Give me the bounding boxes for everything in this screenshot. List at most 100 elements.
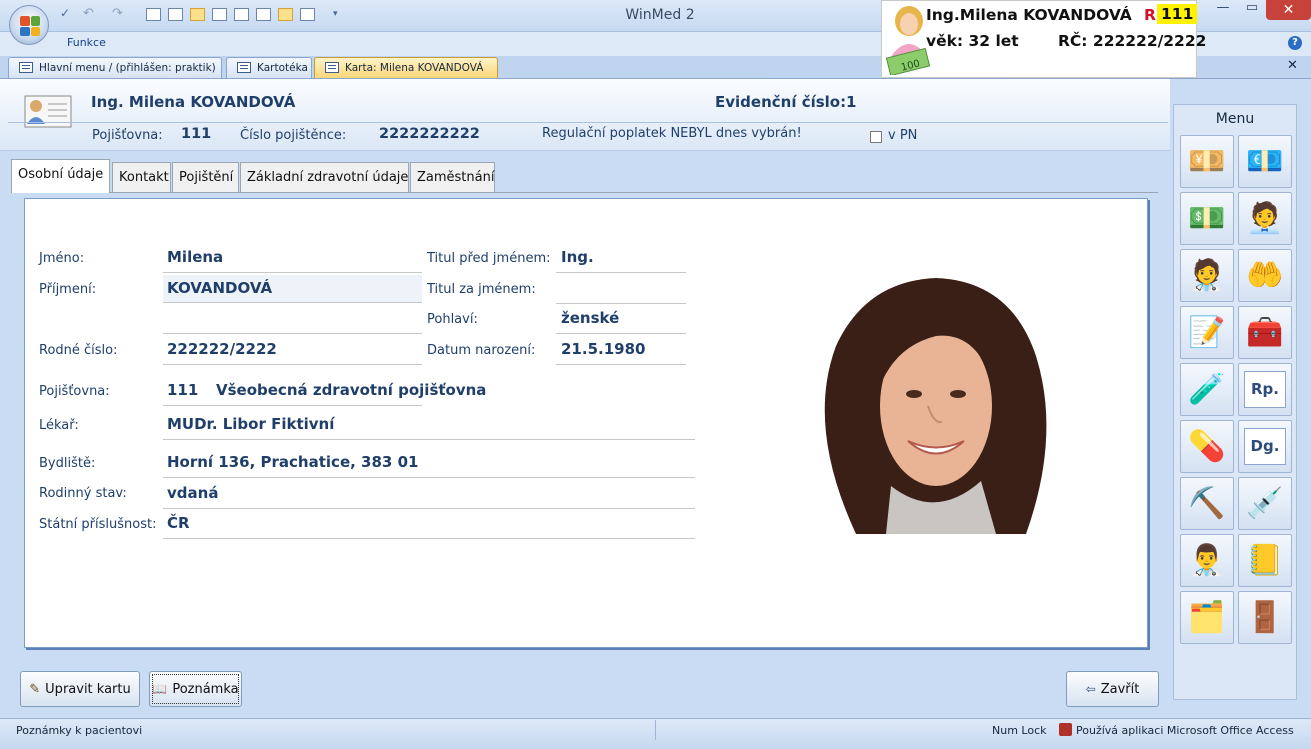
access-icon xyxy=(1059,723,1072,736)
office-logo-icon xyxy=(20,16,40,36)
ribbon-tab-funkce[interactable]: Funkce xyxy=(67,36,106,49)
pohlavi-value: ženské xyxy=(561,309,620,327)
toolbar-table-icon-2[interactable] xyxy=(300,8,315,21)
form-icon xyxy=(19,62,33,73)
test-tube-icon: 🧪 xyxy=(1188,371,1226,407)
doc-tab-label: Kartotéka xyxy=(257,62,308,74)
note-button[interactable]: 📖 Poznámka xyxy=(149,671,242,707)
edit-card-button[interactable]: ✎ Upravit kartu xyxy=(20,671,140,707)
save-icon[interactable]: ✓ xyxy=(60,6,75,20)
pojistovna-code: 111 xyxy=(167,381,199,399)
tab-kontakt[interactable]: Kontakt xyxy=(112,162,171,192)
menu-button-3[interactable]: 💵 xyxy=(1180,192,1234,245)
customize-toolbar-icon[interactable]: ▾ xyxy=(333,9,338,19)
lekar-label: Lékař: xyxy=(39,418,79,433)
toolbar-form-icon-1[interactable] xyxy=(190,8,205,21)
tab-pojisteni[interactable]: Pojištění xyxy=(172,162,239,192)
menu-button-13[interactable]: ⛏️ xyxy=(1180,477,1234,530)
tab-osobni-udaje[interactable]: Osobní údaje xyxy=(11,159,110,193)
office-button[interactable] xyxy=(9,5,49,45)
form-icon xyxy=(325,62,339,73)
close-button[interactable]: ⇦ Zavřít xyxy=(1066,671,1159,707)
coins-cash-icon: 💶 xyxy=(1246,143,1284,179)
coins-person-icon: 🧑‍💼 xyxy=(1246,200,1284,236)
bydliste-value: Horní 136, Prachatice, 383 01 xyxy=(167,453,419,471)
pohlavi-label: Pohlaví: xyxy=(427,312,478,327)
menu-button-16[interactable]: 📒 xyxy=(1238,534,1292,587)
close-tab-icon[interactable]: ✕ xyxy=(1287,58,1298,73)
coins-money-icon: 💴 xyxy=(1188,143,1226,179)
menu-button-1[interactable]: 💴 xyxy=(1180,135,1234,188)
window-title: WinMed 2 xyxy=(625,7,695,23)
statni-value: ČR xyxy=(167,514,190,532)
tab-strip-line xyxy=(11,192,1158,193)
tab-label: Pojištění xyxy=(179,170,234,185)
tab-zamestnani[interactable]: Zaměstnání xyxy=(410,162,495,192)
close-window-icon[interactable]: ✕ xyxy=(1266,0,1311,20)
form-icon xyxy=(237,62,251,73)
banner-r-label: R xyxy=(1144,6,1156,24)
toolbar-view-icon-1[interactable] xyxy=(146,8,161,21)
menu-button-5[interactable]: 🧑‍⚕️ xyxy=(1180,249,1234,302)
menu-button-11[interactable]: 💊 xyxy=(1180,420,1234,473)
status-text: Poznámky k pacientovi xyxy=(16,724,143,737)
statni-label: Státní příslušnost: xyxy=(39,517,157,532)
patient-full-name: Ing. Milena KOVANDOVÁ xyxy=(91,93,296,111)
patient-card-icon xyxy=(24,95,72,128)
menu-button-12[interactable]: Dg. xyxy=(1238,420,1292,473)
evid-value: 1 xyxy=(846,93,857,111)
access-text: Používá aplikaci Microsoft Office Access xyxy=(1076,724,1294,737)
menu-button-8[interactable]: 🧰 xyxy=(1238,306,1292,359)
patient-photo xyxy=(796,276,1072,534)
toolbar-form-icon-2[interactable] xyxy=(278,8,293,21)
menu-button-6[interactable]: 🤲 xyxy=(1238,249,1292,302)
doc-tab-label: Hlavní menu / (přihlášen: praktik) xyxy=(39,62,216,74)
menu-button-18[interactable]: 🚪 xyxy=(1238,591,1292,644)
menu-button-2[interactable]: 💶 xyxy=(1238,135,1292,188)
pn-checkbox[interactable] xyxy=(870,131,882,143)
datum-label: Datum narození: xyxy=(427,343,536,358)
tab-zakladni-zdravotni-udaje[interactable]: Základní zdravotní údaje xyxy=(240,162,409,192)
field-underline xyxy=(163,302,422,303)
field-underline xyxy=(163,508,695,509)
reg-fee-note: Regulační poplatek NEBYL dnes vybrán! xyxy=(542,126,802,141)
tab-label: Zaměstnání xyxy=(417,170,495,185)
banner-r-value: 111 xyxy=(1157,4,1198,24)
card-file-icon: 🗂️ xyxy=(1188,599,1226,635)
doc-tab-karta[interactable]: Karta: Milena KOVANDOVÁ xyxy=(314,57,498,78)
toolbar-table-icon[interactable] xyxy=(212,8,227,21)
doc-tab-kartoteka[interactable]: Kartotéka xyxy=(226,57,312,78)
menu-button-7[interactable]: 📝 xyxy=(1180,306,1234,359)
header-cislo-value: 2222222222 xyxy=(379,126,480,142)
doc-tab-label: Karta: Milena KOVANDOVÁ xyxy=(345,62,484,74)
pojistovna-name: Všeobecná zdravotní pojišťovna xyxy=(216,381,487,399)
numlock-indicator: Num Lock xyxy=(992,724,1047,737)
header-pojistovna-value: 111 xyxy=(181,126,212,142)
field-underline xyxy=(163,538,695,539)
help-icon[interactable]: ? xyxy=(1288,36,1302,50)
nurse-coins-icon: 🧑‍⚕️ xyxy=(1188,257,1226,293)
tab-label: Osobní údaje xyxy=(18,167,104,182)
edit-card-label: Upravit kartu xyxy=(45,681,131,697)
note-label: Poznámka xyxy=(172,681,239,697)
menu-button-14[interactable]: 💉 xyxy=(1238,477,1292,530)
redo-icon[interactable]: ↷ xyxy=(112,6,127,21)
side-menu: Menu 💴 💶 💵 🧑‍💼 🧑‍⚕️ 🤲 📝 🧰 🧪 Rp. 💊 Dg. ⛏️ 💉 👨‍⚕️ 📒 🗂️ 🚪 xyxy=(1173,104,1297,700)
menu-button-9[interactable]: 🧪 xyxy=(1180,363,1234,416)
titul-pred-label: Titul před jménem: xyxy=(427,251,551,266)
menu-button-10[interactable]: Rp. xyxy=(1238,363,1292,416)
maximize-icon[interactable]: ▭ xyxy=(1238,0,1266,24)
tab-label: Základní zdravotní údaje xyxy=(247,170,409,185)
hand-card-icon: 🤲 xyxy=(1246,257,1284,293)
menu-button-4[interactable]: 🧑‍💼 xyxy=(1238,192,1292,245)
doc-tab-main-menu[interactable]: Hlavní menu / (přihlášen: praktik) xyxy=(8,57,222,78)
pn-label: v PN xyxy=(888,128,918,143)
toolbar-view-icon-4[interactable] xyxy=(256,8,271,21)
undo-icon[interactable]: ↶ xyxy=(83,6,98,21)
menu-button-15[interactable]: 👨‍⚕️ xyxy=(1180,534,1234,587)
minimize-icon[interactable]: — xyxy=(1208,0,1238,24)
menu-button-17[interactable]: 🗂️ xyxy=(1180,591,1234,644)
toolbar-view-icon-2[interactable] xyxy=(168,8,183,21)
toolbar-view-icon-3[interactable] xyxy=(234,8,249,21)
rc-value: 222222/2222 xyxy=(167,340,277,358)
